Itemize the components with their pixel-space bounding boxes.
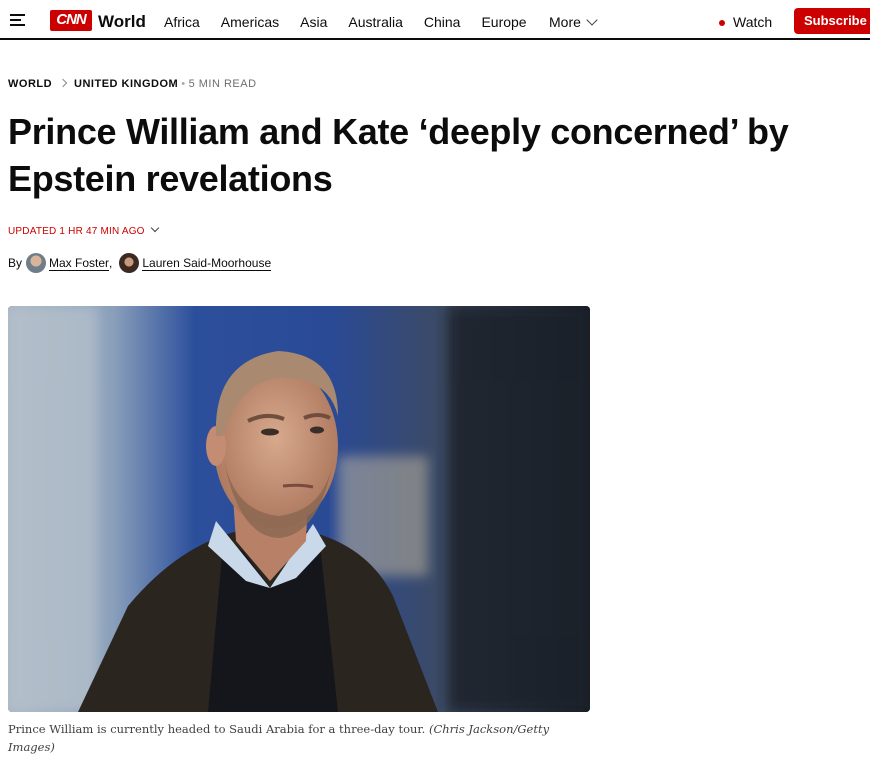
author-link-lauren-said-moorhouse[interactable]: Lauren Said-Moorhouse (142, 256, 272, 271)
subscribe-button[interactable]: Subscribe (794, 8, 870, 34)
separator-dot: • (181, 78, 186, 90)
updated-timestamp[interactable]: UPDATED 1 HR 47 MIN AGO (8, 223, 159, 237)
breadcrumb-united-kingdom[interactable]: UNITED KINGDOM (74, 78, 178, 90)
author-separator: , (109, 256, 113, 270)
nav-item-asia[interactable]: Asia (300, 14, 327, 30)
headline-line-1: Prince William and Kate ‘deeply concerne… (8, 111, 789, 152)
caption-text: Prince William is currently headed to Sa… (8, 722, 426, 736)
nav-item-europe[interactable]: Europe (481, 14, 526, 30)
read-time: 5 MIN READ (188, 78, 257, 90)
site-header: CNN World Africa Americas Asia Australia… (0, 0, 870, 40)
watch-label: Watch (733, 14, 773, 30)
by-label: By (8, 256, 23, 270)
author-avatar[interactable] (119, 253, 140, 273)
updated-label: UPDATED 1 HR 47 MIN AGO (8, 226, 145, 237)
chevron-down-icon (586, 14, 598, 26)
breadcrumb-world[interactable]: WORLD (8, 78, 52, 90)
headline: Prince William and Kate ‘deeply concerne… (8, 108, 870, 202)
breadcrumb: WORLD UNITED KINGDOM • 5 MIN READ (8, 78, 257, 90)
live-dot-icon (719, 20, 725, 26)
cnn-logo[interactable]: CNN (50, 10, 92, 31)
nav-item-africa[interactable]: Africa (164, 14, 200, 30)
chevron-right-icon (58, 78, 68, 88)
headline-line-2: Epstein revelations (8, 158, 333, 199)
chevron-down-icon (150, 223, 159, 233)
nav-item-china[interactable]: China (424, 14, 461, 30)
more-label: More (549, 14, 581, 30)
hamburger-menu-icon[interactable] (10, 14, 25, 26)
section-title[interactable]: World (98, 12, 146, 32)
logo-text: CNN (56, 11, 87, 28)
nav-item-australia[interactable]: Australia (348, 14, 402, 30)
image-caption: Prince William is currently headed to Sa… (8, 720, 578, 756)
main-nav: Africa Americas Asia Australia China Eur… (164, 14, 548, 30)
nav-item-americas[interactable]: Americas (221, 14, 279, 30)
watch-link[interactable]: Watch (719, 14, 772, 30)
more-menu[interactable]: More (549, 14, 598, 30)
lead-image[interactable] (8, 306, 590, 712)
byline: By Max Foster , Lauren Said-Moorhouse (8, 253, 272, 273)
author-link-max-foster[interactable]: Max Foster (49, 256, 110, 271)
lead-image-illustration (8, 306, 590, 712)
author-avatar[interactable] (26, 253, 47, 273)
